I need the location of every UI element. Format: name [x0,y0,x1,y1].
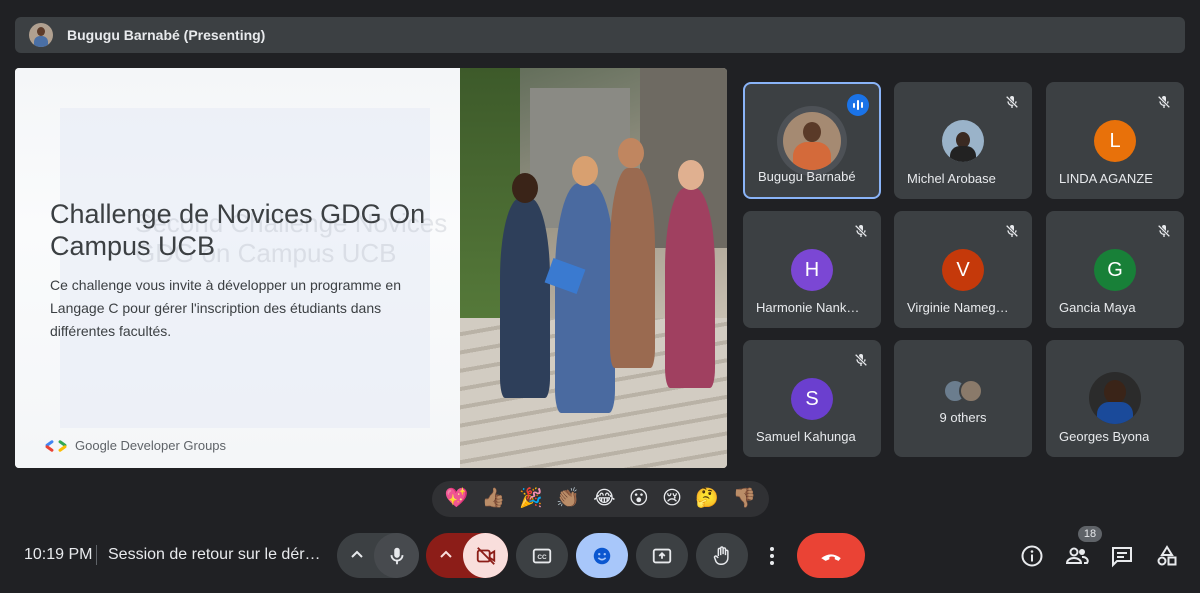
slide-text-panel: Second Challenge Novices GDG on Campus U… [15,68,460,468]
reaction-emoji[interactable]: 😂 [593,481,615,517]
reaction-emoji[interactable]: 👏🏽 [556,481,580,517]
svg-text:CC: CC [537,554,547,561]
slide-title: Challenge de Novices GDG On Campus UCB [50,199,426,261]
participant-avatar: S [791,378,833,420]
microphone-button[interactable] [374,533,419,578]
divider [96,545,97,565]
reaction-emoji[interactable]: 😮 [629,481,649,517]
participant-tile[interactable]: H Harmonie Nank… [743,211,881,328]
participant-tile[interactable]: Michel Arobase [894,82,1032,199]
participant-name: Samuel Kahunga [756,429,856,444]
participant-tile[interactable]: L LINDA AGANZE [1046,82,1184,199]
reaction-emoji[interactable]: 🎉 [519,481,543,517]
mic-off-icon [1156,223,1172,239]
activities-shapes-icon [1157,545,1177,566]
meeting-details-button[interactable] [1020,544,1044,568]
participant-name: Virginie Nameg… [907,300,1009,315]
info-icon [1021,545,1043,567]
meeting-name[interactable]: Session de retour sur le dér… [108,546,321,564]
others-avatar-group [942,370,984,412]
captions-button[interactable]: CC [516,533,568,578]
participant-avatar [942,120,984,162]
gdg-logo: Google Developer Groups [44,438,227,453]
participant-name: Gancia Maya [1059,300,1136,315]
chat-button[interactable] [1110,544,1134,568]
participant-name: Michel Arobase [907,171,996,186]
microphone-icon [390,547,403,564]
present-screen-button[interactable] [636,533,688,578]
present-screen-icon [652,548,672,563]
video-options-chevron-icon[interactable] [436,545,456,565]
mic-off-icon [1004,223,1020,239]
presenter-name: Bugugu Barnabé (Presenting) [67,27,266,43]
chat-icon [1112,547,1132,568]
clock: 10:19 PM [24,546,93,563]
reaction-emoji[interactable]: 😢 [662,481,682,517]
participant-tile[interactable]: V Virginie Nameg… [894,211,1032,328]
participant-name: Harmonie Nank… [756,300,860,315]
raise-hand-icon [713,545,729,565]
participant-name: 9 others [939,410,987,425]
camera-off-icon [476,546,495,565]
mic-off-icon [1004,94,1020,110]
leave-call-button[interactable] [797,533,865,578]
participant-name: LINDA AGANZE [1059,171,1153,186]
participant-avatar: V [942,249,984,291]
presenter-avatar [29,23,53,47]
participant-name: Georges Byona [1059,429,1150,444]
reactions-button[interactable] [576,533,628,578]
reactions-bar: 💖 👍🏽 🎉 👏🏽 😂 😮 😢 🤔 👎🏽 [432,481,769,517]
raise-hand-button[interactable] [696,533,748,578]
reaction-emoji[interactable]: 👎🏽 [733,481,757,517]
reaction-emoji[interactable]: 💖 [445,481,469,517]
participant-tile[interactable]: 9 others [894,340,1032,457]
audio-controls [337,533,419,578]
mic-off-icon [853,352,869,368]
hang-up-icon [821,553,841,561]
meet-window: Bugugu Barnabé (Presenting) Second Chall… [0,0,1200,593]
camera-toggle-button[interactable] [463,533,508,578]
participant-tile[interactable]: Bugugu Barnabé [743,82,881,199]
speaking-indicator-icon [847,94,869,116]
mic-off-icon [1156,94,1172,110]
participant-avatar: L [1094,120,1136,162]
participant-tile[interactable]: S Samuel Kahunga [743,340,881,457]
participant-avatar: G [1094,249,1136,291]
more-options-button[interactable] [756,533,788,578]
gdg-logo-text: Google Developer Groups [75,438,227,453]
slide-description: Ce challenge vous invite à développer un… [50,277,401,339]
presenter-bar[interactable]: Bugugu Barnabé (Presenting) [15,17,1185,53]
reaction-emoji[interactable]: 🤔 [695,481,719,517]
closed-captions-icon: CC [532,548,552,563]
participant-name: Bugugu Barnabé [758,169,856,184]
slide-photo-students [460,68,727,468]
participant-avatar [1089,372,1141,424]
people-icon [1065,547,1089,564]
participant-tile[interactable]: Georges Byona [1046,340,1184,457]
participant-avatar: H [791,249,833,291]
participant-avatar [783,112,841,170]
reaction-emoji[interactable]: 👍🏽 [482,481,506,517]
video-controls [426,533,508,578]
activities-button[interactable] [1155,544,1179,568]
participant-tile[interactable]: G Gancia Maya [1046,211,1184,328]
mic-off-icon [853,223,869,239]
people-button[interactable] [1065,544,1089,568]
slide-background-overlay [60,108,430,428]
emoji-smile-icon [593,547,611,564]
shared-screen[interactable]: Second Challenge Novices GDG on Campus U… [15,68,727,468]
gdg-brackets-icon [44,439,69,452]
people-count-badge: 18 [1078,526,1102,542]
more-vertical-icon [770,546,774,565]
audio-options-chevron-icon[interactable] [347,545,367,565]
